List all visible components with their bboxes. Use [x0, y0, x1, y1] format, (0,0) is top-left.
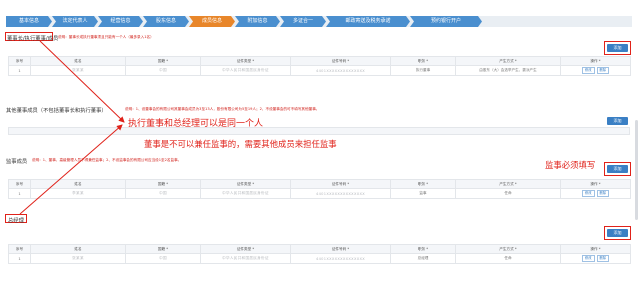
cell-name: 张某某 [30, 65, 126, 76]
tab-postal-tax[interactable]: 邮政寄送及税务承诺 [326, 16, 410, 27]
col-header: 证件类型 * [200, 56, 291, 66]
col-header: 职务 * [390, 244, 456, 254]
cell-id-type: 中华人民共和国居民身份证 [200, 65, 291, 76]
tab-shareholder-info[interactable]: 股东信息 [143, 16, 189, 27]
col-header: 操作 * [560, 56, 631, 66]
delete-button[interactable]: 删除 [596, 255, 610, 262]
annotation-supervisor-required: 监事必须填写 [545, 160, 596, 170]
cell-no: 1 [8, 253, 31, 264]
other-section-title: 其他董事成员（不包括董事长和执行董事） [6, 108, 107, 114]
cell-actions: 修改 删除 [560, 253, 631, 264]
table-row: 1 张某某 中国 中华人民共和国居民身份证 4401XXXXXXXXXXXXXX… [8, 65, 631, 76]
col-header: 国籍 * [125, 56, 201, 66]
tab-multi-cert[interactable]: 多证合一 [280, 16, 326, 27]
supervisor-section-note: 说明：1、董事、高级管理人员不得兼任监事；2、不设监事会的有限公司应当设1至2名… [32, 158, 182, 162]
table-row: 1 李某某 中国 中华人民共和国居民身份证 4401XXXXXXXXXXXXXX… [8, 188, 631, 199]
annotation-same-person: 执行董事和总经理可以是同一个人 [128, 119, 264, 129]
scrollbar[interactable] [635, 120, 638, 220]
col-header: 序号 [8, 244, 31, 254]
cell-name: 李某某 [30, 188, 126, 199]
cell-method: 任命 [455, 188, 561, 199]
col-header: 姓名 [30, 179, 126, 189]
col-header: 职务 * [390, 56, 456, 66]
cell-nation: 中国 [125, 253, 201, 264]
supervisor-table: 序号 姓名 国籍 * 证件类型 * 证件号码 * 职务 * 产生方式 * 操作 … [8, 179, 631, 199]
manager-table: 序号 姓名 国籍 * 证件类型 * 证件号码 * 职务 * 产生方式 * 操作 … [8, 244, 631, 264]
col-header: 产生方式 * [455, 179, 561, 189]
cell-id-type: 中华人民共和国居民身份证 [200, 188, 291, 199]
col-header: 国籍 * [125, 244, 201, 254]
cell-id-no: 4401XXXXXXXXXXXXXX [290, 188, 391, 199]
cell-no: 1 [8, 65, 31, 76]
table-header-row: 序号 姓名 国籍 * 证件类型 * 证件号码 * 职务 * 产生方式 * 操作 … [8, 179, 631, 189]
col-header: 证件号码 * [290, 179, 391, 189]
delete-button[interactable]: 删除 [596, 67, 610, 74]
cell-name: 张某某 [30, 253, 126, 264]
col-header: 国籍 * [125, 179, 201, 189]
cell-nation: 中国 [125, 188, 201, 199]
edit-button[interactable]: 修改 [581, 67, 595, 74]
col-header: 证件号码 * [290, 56, 391, 66]
supervisor-section-title: 监事成员 [6, 159, 28, 165]
manager-add-button[interactable]: 添加 [607, 229, 628, 237]
col-header: 序号 [8, 179, 31, 189]
cell-position: 监事 [390, 188, 456, 199]
delete-button[interactable]: 删除 [596, 190, 610, 197]
exec-section-title: 董事长/执行董事/成员 [7, 36, 59, 42]
tab-legal-rep[interactable]: 法定代表人 [52, 16, 98, 27]
arrow-manager-to-note [19, 124, 123, 215]
cell-nation: 中国 [125, 65, 201, 76]
step-tab-bar: 基本信息 法定代表人 经营信息 股东信息 成员信息 附加信息 多证合一 邮政寄送… [6, 16, 632, 27]
cell-no: 1 [8, 188, 31, 199]
tab-bank-account[interactable]: 预约银行开户 [410, 16, 482, 27]
edit-button[interactable]: 修改 [581, 190, 595, 197]
cell-actions: 修改 删除 [560, 65, 631, 76]
col-header: 操作 * [560, 179, 631, 189]
cell-id-no: 4401XXXXXXXXXXXXXX [290, 253, 391, 264]
exec-section-note: 说明：董事长或执行董事须且只能有一个人（最多录入1名） [58, 35, 154, 39]
cell-method: 由股东（大）会选举产生、委派产生 [455, 65, 561, 76]
col-header: 证件号码 * [290, 244, 391, 254]
cell-position: 总经理 [390, 253, 456, 264]
exec-table: 序号 姓名 国籍 * 证件类型 * 证件号码 * 职务 * 产生方式 * 操作 … [8, 56, 631, 76]
cell-position: 执行董事 [390, 65, 456, 76]
other-section-note: 说明：1、设董事会的有限公司其董事会成员为3至13人，股份有限公司为5至19人；… [125, 107, 320, 111]
other-add-button[interactable]: 添加 [607, 117, 628, 125]
col-header: 产生方式 * [455, 56, 561, 66]
tab-business-info[interactable]: 经营信息 [98, 16, 143, 27]
tab-basic-info[interactable]: 基本信息 [6, 16, 52, 27]
cell-id-no: 4401XXXXXXXXXXXXXX [290, 65, 391, 76]
other-table-header [8, 127, 630, 135]
edit-button[interactable]: 修改 [581, 255, 595, 262]
exec-add-button[interactable]: 添加 [607, 44, 628, 52]
cell-id-type: 中华人民共和国居民身份证 [200, 253, 291, 264]
col-header: 操作 * [560, 244, 631, 254]
tab-member-info[interactable]: 成员信息 [189, 16, 235, 27]
col-header: 姓名 [30, 244, 126, 254]
col-header: 姓名 [30, 56, 126, 66]
cell-method: 任命 [455, 253, 561, 264]
supervisor-add-button[interactable]: 添加 [607, 165, 628, 173]
annotation-no-supervisor: 董事是不可以兼任监事的，需要其他成员来担任监事 [144, 139, 337, 149]
manager-section-title: 总经理 [8, 218, 24, 224]
table-header-row: 序号 姓名 国籍 * 证件类型 * 证件号码 * 职务 * 产生方式 * 操作 … [8, 244, 631, 254]
cell-actions: 修改 删除 [560, 188, 631, 199]
col-header: 序号 [8, 56, 31, 66]
table-header-row: 序号 姓名 国籍 * 证件类型 * 证件号码 * 职务 * 产生方式 * 操作 … [8, 56, 631, 66]
col-header: 证件类型 * [200, 179, 291, 189]
table-row: 1 张某某 中国 中华人民共和国居民身份证 4401XXXXXXXXXXXXXX… [8, 253, 631, 264]
col-header: 职务 * [390, 179, 456, 189]
tab-additional-info[interactable]: 附加信息 [235, 16, 280, 27]
col-header: 产生方式 * [455, 244, 561, 254]
col-header: 证件类型 * [200, 244, 291, 254]
